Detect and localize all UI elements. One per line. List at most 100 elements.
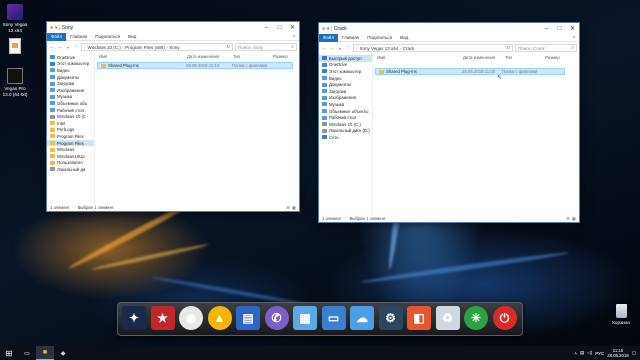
save-disk-icon[interactable]: ▤ — [236, 306, 260, 330]
maximize-button[interactable]: □ — [273, 22, 286, 33]
nav-item[interactable]: Документы — [319, 81, 372, 88]
steam-icon[interactable]: ⚙ — [378, 306, 403, 330]
column-header-name[interactable]: Имя — [377, 55, 463, 60]
tab-view[interactable]: Вид — [396, 35, 412, 40]
column-header-type[interactable]: Тип — [233, 54, 273, 59]
nav-item[interactable]: OneDrive — [319, 62, 372, 69]
recycle-icon[interactable]: ♻ — [435, 306, 460, 330]
office-icon[interactable]: ◧ — [407, 306, 431, 330]
recent-locations-icon[interactable]: ▾ — [337, 46, 343, 51]
column-header-size[interactable]: Размер — [273, 54, 288, 59]
nav-item[interactable]: Локальный ди — [47, 166, 94, 173]
language-indicator[interactable]: РУС — [595, 351, 604, 356]
start-button[interactable]: ⊞ — [0, 346, 18, 360]
quick-access-toolbar[interactable]: ▾ | — [55, 25, 60, 31]
nav-item[interactable]: Windows10Up — [47, 153, 94, 160]
up-arrow-icon[interactable]: ↑ — [345, 45, 351, 51]
nav-item[interactable]: OneDrive — [47, 54, 94, 61]
desktop-shortcut-file[interactable] — [0, 38, 30, 56]
column-header-date[interactable]: Дата изменения — [463, 55, 505, 60]
nav-item[interactable]: Intel — [47, 120, 94, 127]
nav-item[interactable]: Видео — [319, 75, 372, 82]
nav-item[interactable]: Изображения — [319, 95, 372, 102]
power-red-icon[interactable]: ⏻ — [492, 306, 517, 330]
close-button[interactable]: ✕ — [566, 23, 579, 34]
breadcrumb-item[interactable]: Sony Vegas 13 x64 — [360, 46, 399, 51]
nav-item[interactable]: Windows — [47, 146, 94, 153]
window-titlebar[interactable]: ■ ▾ | Sony – □ ✕ — [47, 22, 299, 33]
clock[interactable]: 11:15 28.05.2018 — [607, 348, 629, 358]
up-arrow-icon[interactable]: ↑ — [73, 44, 79, 50]
breadcrumb-item[interactable]: Windows 10 (C:) — [88, 45, 121, 50]
nav-item[interactable]: Видео — [47, 67, 94, 74]
nav-item[interactable]: Быстрый доступ — [319, 55, 372, 62]
chrome-icon[interactable]: ◉ — [179, 306, 203, 330]
nav-item[interactable]: Изображения — [47, 87, 94, 94]
address-bar[interactable]: › Sony Vegas 13 x64 › Crack ↻ — [353, 44, 513, 52]
window-titlebar[interactable]: ■ ▾ | Crack – □ ✕ — [319, 23, 579, 34]
volume-icon[interactable]: ◁) — [587, 350, 592, 356]
address-bar[interactable]: › Windows 10 (C:) › Program Files (x86) … — [81, 43, 233, 51]
nav-item[interactable]: Этот компьютер — [319, 68, 372, 75]
tab-share[interactable]: Поделиться — [91, 34, 124, 39]
tray-chevron-icon[interactable]: ˄ — [574, 351, 577, 356]
tab-home[interactable]: Главная — [338, 35, 363, 40]
power-green-icon[interactable]: ✳ — [464, 306, 488, 330]
nav-item[interactable]: PerfLogs — [47, 127, 94, 134]
minimize-button[interactable]: – — [260, 22, 273, 33]
large-icons-view-icon[interactable]: ▦ — [572, 216, 576, 221]
nav-item[interactable]: Windows 10 (C — [47, 113, 94, 120]
notifications-icon[interactable]: ▢ — [632, 350, 636, 356]
back-arrow-icon[interactable]: ← — [321, 45, 327, 51]
task-view-button[interactable]: ▭ — [18, 346, 36, 360]
nav-item[interactable]: Документы — [47, 74, 94, 81]
nav-item[interactable]: Windows 10 (C:) — [319, 121, 372, 128]
column-header-type[interactable]: Тип — [505, 55, 545, 60]
image-viewer-icon[interactable]: ▦ — [293, 306, 317, 330]
column-header-name[interactable]: Имя — [99, 54, 187, 59]
nav-item[interactable]: Загрузки — [47, 80, 94, 87]
cloud-icon[interactable]: ☁ — [350, 306, 374, 330]
tab-file[interactable]: Файл — [319, 33, 339, 42]
search-input[interactable]: Поиск: Sony ⌕ — [235, 43, 297, 51]
large-icons-view-icon[interactable]: ▦ — [292, 205, 296, 210]
file-row[interactable]: Shared Plug-Ins 28.05.2018 11:00 Папка с… — [375, 68, 565, 75]
nav-item[interactable]: Этот компьютер — [47, 61, 94, 68]
help-icon[interactable]: ? — [288, 34, 299, 39]
close-button[interactable]: ✕ — [286, 22, 299, 33]
nav-item[interactable]: Музыка — [47, 94, 94, 101]
nav-item[interactable]: Program Files — [47, 139, 94, 147]
maximize-button[interactable]: □ — [553, 23, 566, 34]
network-app-icon[interactable]: ✦ — [122, 306, 146, 330]
viber-icon[interactable]: ✆ — [264, 306, 289, 330]
nav-item[interactable]: Объемные объекты — [319, 108, 372, 115]
tab-file[interactable]: Файл — [47, 32, 67, 41]
network-icon[interactable]: ▤ — [580, 350, 584, 356]
nav-item[interactable]: Рабочий стол — [47, 107, 94, 114]
taskbar-file-explorer[interactable]: ■ — [36, 346, 54, 360]
nav-item[interactable]: Локальный диск (D:) — [319, 128, 372, 135]
nav-item[interactable]: Сеть — [319, 134, 372, 141]
recent-locations-icon[interactable]: ▾ — [65, 45, 71, 50]
details-view-icon[interactable]: ☰ — [286, 205, 290, 210]
tab-share[interactable]: Поделиться — [363, 35, 396, 40]
search-input[interactable]: Поиск: Crack ⌕ — [515, 44, 577, 52]
desktop-shortcut-vegas-pro[interactable]: Vegas Pro 13.0 (64-bit) — [0, 68, 30, 97]
nav-item[interactable]: Пользовател — [47, 160, 94, 167]
minimize-button[interactable]: – — [540, 23, 553, 34]
back-arrow-icon[interactable]: ← — [49, 44, 55, 50]
breadcrumb-item[interactable]: Sony — [169, 45, 179, 50]
aimp-icon[interactable]: ▲ — [207, 306, 232, 330]
tab-home[interactable]: Главная — [66, 34, 91, 39]
explorer-window-sony[interactable]: ■ ▾ | Sony – □ ✕ Файл Главная Поделиться… — [46, 21, 300, 212]
refresh-icon[interactable]: ↻ — [506, 45, 510, 51]
forward-arrow-icon[interactable]: → — [57, 44, 63, 50]
column-header-date[interactable]: Дата изменения — [187, 54, 233, 59]
monitor-icon[interactable]: ▭ — [321, 306, 346, 330]
desktop-shortcut-sony-vegas[interactable]: Sony Vegas 13 x64 — [0, 4, 30, 33]
taskbar-app[interactable]: ◆ — [54, 346, 72, 360]
nav-item[interactable]: Объемные объ — [47, 100, 94, 107]
quick-access-toolbar[interactable]: ▾ | — [327, 26, 332, 32]
nav-item[interactable]: Музыка — [319, 101, 372, 108]
desktop-shortcut-recycle-bin[interactable]: Корзина — [606, 304, 636, 326]
